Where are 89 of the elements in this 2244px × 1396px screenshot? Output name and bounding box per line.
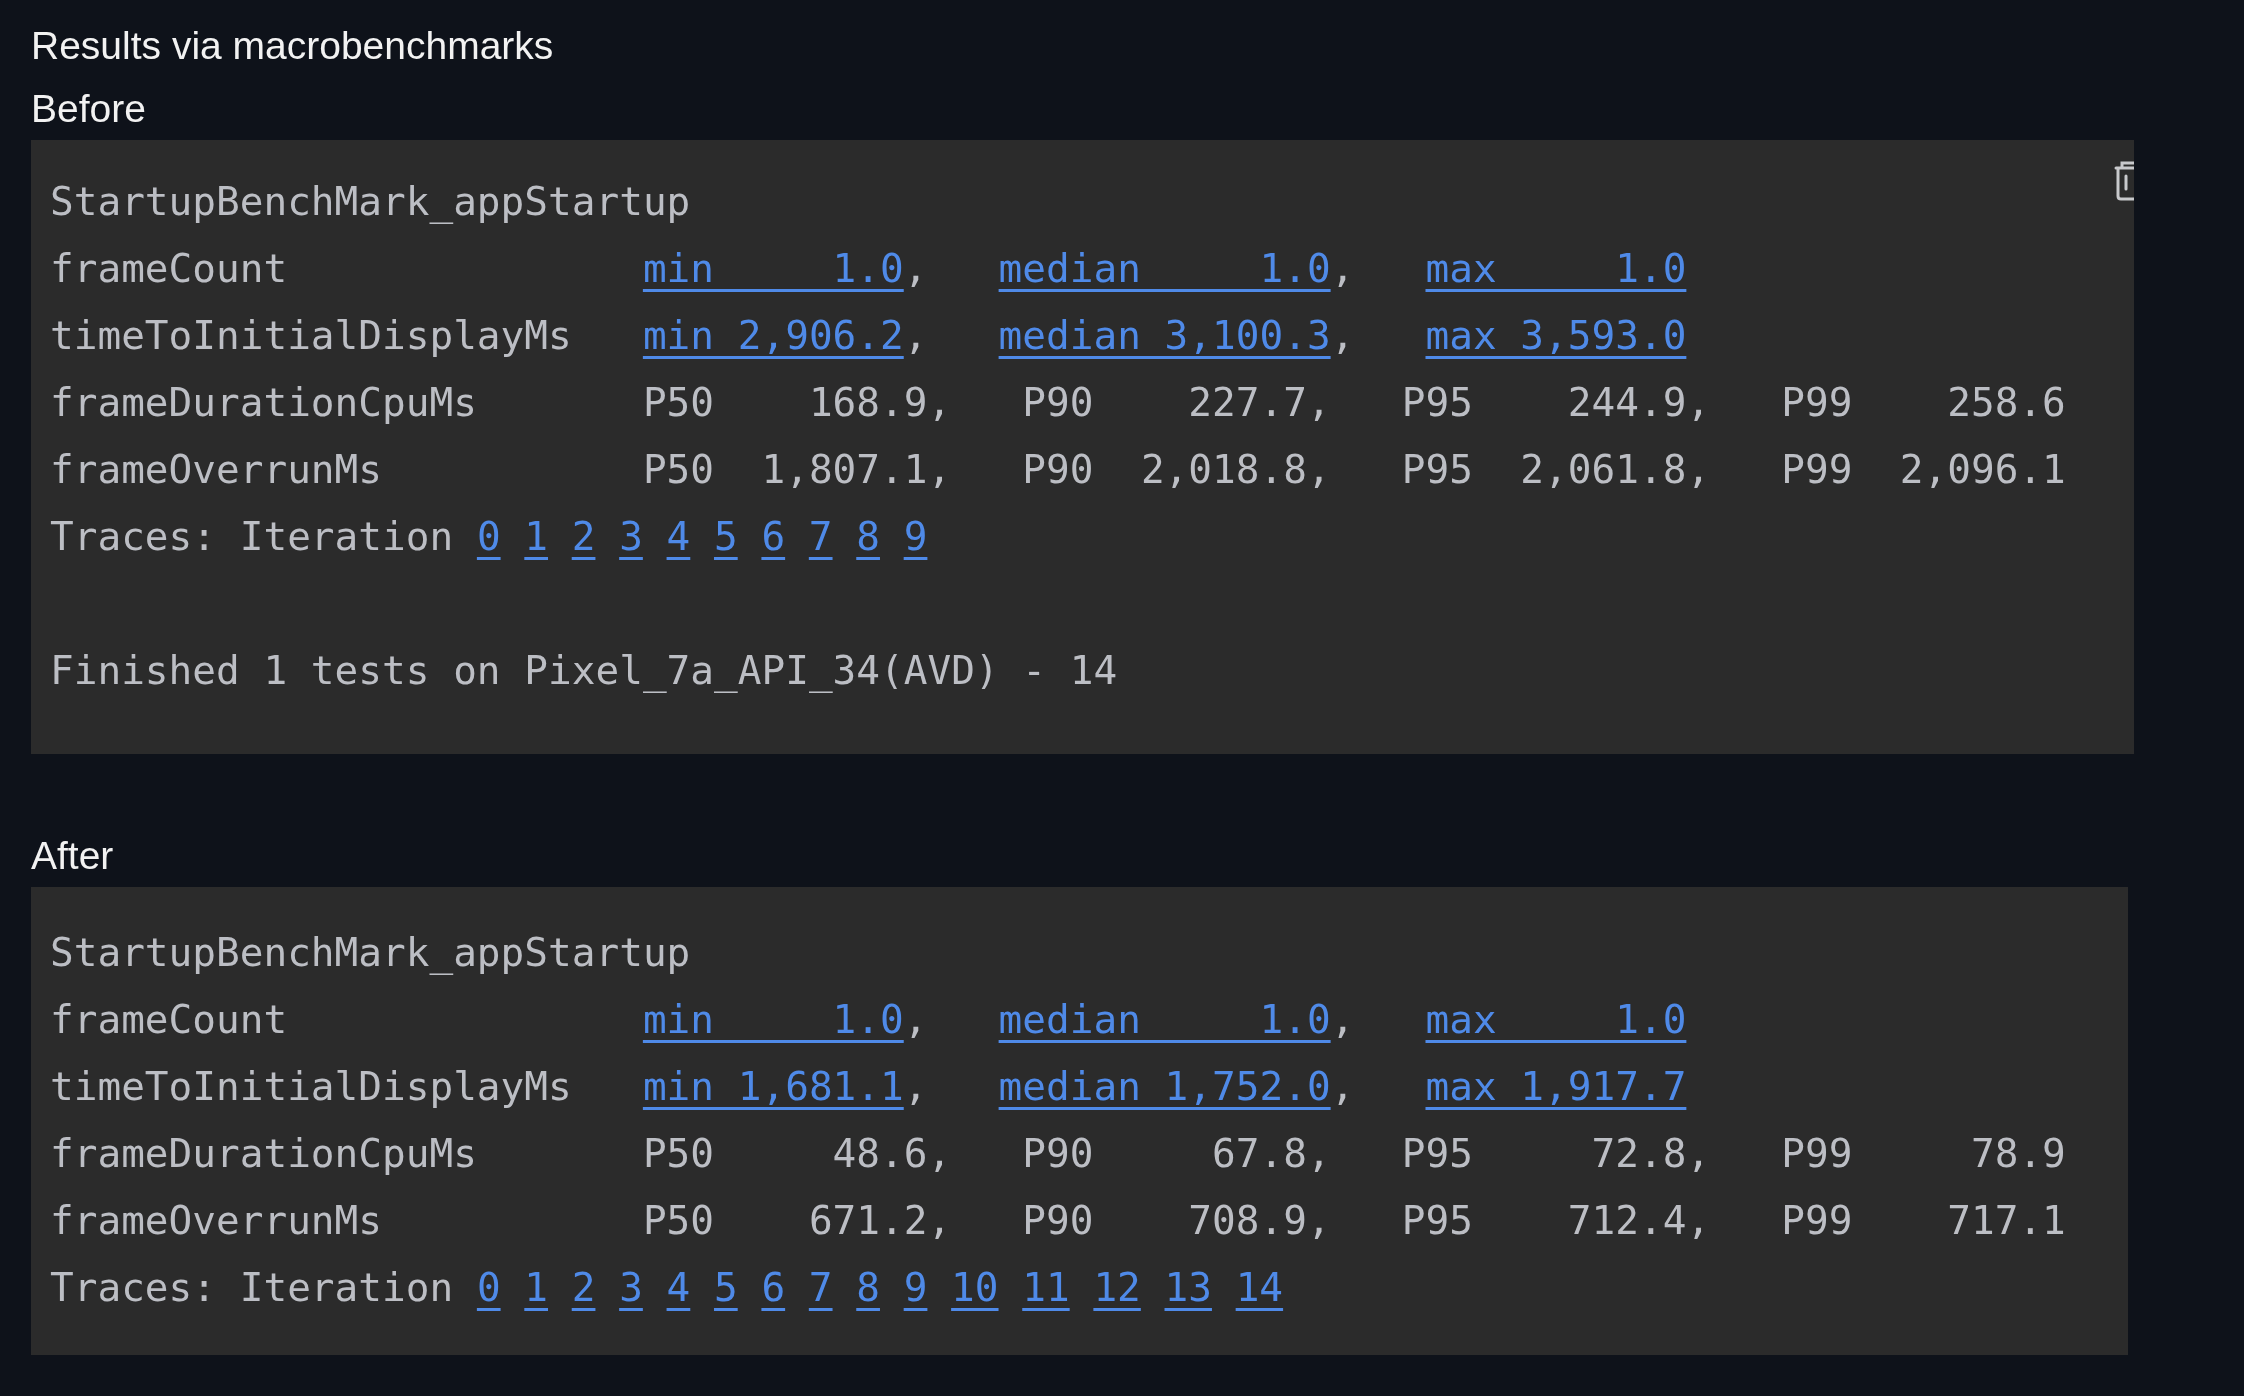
- separator: ,: [903, 311, 928, 360]
- metric-link[interactable]: max 1.0: [1425, 235, 1687, 302]
- separator: ,: [903, 995, 928, 1044]
- iteration-link[interactable]: 12: [1093, 1254, 1141, 1321]
- metric-value: P90 708.9: [1022, 1196, 1307, 1245]
- page-title: Results via macrobenchmarks: [31, 23, 554, 69]
- metric-value: P95 244.9: [1401, 378, 1687, 427]
- iteration-link[interactable]: 14: [1235, 1254, 1284, 1321]
- separator: ,: [1686, 378, 1711, 427]
- metric-value: P50 671.2: [642, 1196, 928, 1245]
- separator: ,: [1686, 1129, 1711, 1178]
- metric-name: frameDurationCpuMs: [50, 1129, 478, 1178]
- iteration-link[interactable]: 6: [761, 1254, 786, 1321]
- metric-value: P99 2,096.1: [1781, 445, 2066, 494]
- separator: ,: [1330, 244, 1355, 293]
- separator: ,: [903, 244, 928, 293]
- summary-text: Finished 1 tests on Pixel_7a_API_34(AVD) - 14: [50, 646, 1118, 695]
- section-heading: Before: [31, 86, 146, 132]
- benchmark-name: StartupBenchMark_appStartup: [50, 928, 691, 977]
- metric-value: P95 72.8: [1401, 1129, 1687, 1178]
- separator: ,: [1306, 445, 1331, 494]
- metric-name: frameOverrunMs: [50, 1196, 383, 1245]
- metric-name: frameOverrunMs: [50, 445, 383, 494]
- metric-value: P90 2,018.8: [1022, 445, 1307, 494]
- iteration-link[interactable]: 7: [808, 503, 833, 570]
- metric-link[interactable]: median 1.0: [998, 986, 1331, 1053]
- separator: ,: [1306, 1196, 1331, 1245]
- metric-link[interactable]: max 3,593.0: [1425, 302, 1687, 369]
- iteration-link[interactable]: 13: [1164, 1254, 1212, 1321]
- metric-link[interactable]: max 1.0: [1425, 986, 1687, 1053]
- metric-value: P90 67.8: [1022, 1129, 1307, 1178]
- iteration-link[interactable]: 2: [571, 1254, 596, 1321]
- iteration-link[interactable]: 2: [571, 503, 596, 570]
- iteration-link[interactable]: 1: [524, 503, 548, 570]
- separator: ,: [1306, 378, 1331, 427]
- metric-name: frameCount: [50, 244, 289, 293]
- separator: ,: [1330, 311, 1355, 360]
- iteration-link[interactable]: 4: [666, 1254, 691, 1321]
- iteration-link[interactable]: 8: [856, 1254, 880, 1321]
- iteration-link[interactable]: 0: [476, 1254, 501, 1321]
- metric-link[interactable]: min 1.0: [642, 235, 904, 302]
- iteration-link[interactable]: 9: [903, 503, 928, 570]
- separator: ,: [927, 445, 952, 494]
- metric-value: P90 227.7: [1022, 378, 1307, 427]
- separator: ,: [927, 1129, 952, 1178]
- iteration-link[interactable]: 7: [808, 1254, 833, 1321]
- separator: ,: [927, 1196, 952, 1245]
- separator: ,: [927, 378, 952, 427]
- section-heading: After: [31, 833, 114, 879]
- iteration-link[interactable]: 3: [619, 503, 643, 570]
- iteration-link[interactable]: 0: [476, 503, 501, 570]
- separator: ,: [903, 1062, 928, 1111]
- iteration-link[interactable]: 11: [1022, 1254, 1070, 1321]
- metric-value: P95 2,061.8: [1401, 445, 1687, 494]
- iteration-link[interactable]: 6: [761, 503, 786, 570]
- metric-name: timeToInitialDisplayMs: [50, 311, 573, 360]
- separator: ,: [1686, 445, 1711, 494]
- iteration-link[interactable]: 5: [714, 503, 738, 570]
- metric-name: frameCount: [50, 995, 289, 1044]
- metric-value: P99 78.9: [1781, 1129, 2066, 1178]
- metric-name: frameDurationCpuMs: [50, 378, 478, 427]
- separator: ,: [1686, 1196, 1711, 1245]
- iteration-link[interactable]: 10: [951, 1254, 999, 1321]
- metric-link[interactable]: min 1.0: [642, 986, 904, 1053]
- traces-label: Traces: Iteration: [50, 1263, 454, 1312]
- metric-value: P99 717.1: [1781, 1196, 2066, 1245]
- metric-value: P50 1,807.1: [642, 445, 928, 494]
- metric-link[interactable]: median 3,100.3: [998, 302, 1331, 369]
- metric-link[interactable]: median 1,752.0: [998, 1053, 1331, 1120]
- metric-link[interactable]: max 1,917.7: [1425, 1053, 1687, 1120]
- metric-value: P95 712.4: [1401, 1196, 1687, 1245]
- separator: ,: [1330, 1062, 1355, 1111]
- iteration-link[interactable]: 8: [856, 503, 880, 570]
- metric-value: P50 48.6: [642, 1129, 928, 1178]
- metric-link[interactable]: min 1,681.1: [642, 1053, 904, 1120]
- metric-link[interactable]: min 2,906.2: [642, 302, 904, 369]
- iteration-link[interactable]: 5: [714, 1254, 738, 1321]
- metric-link[interactable]: median 1.0: [998, 235, 1331, 302]
- metric-value: P50 168.9: [642, 378, 928, 427]
- iteration-link[interactable]: 9: [903, 1254, 928, 1321]
- benchmark-name: StartupBenchMark_appStartup: [50, 177, 691, 226]
- metric-value: P99 258.6: [1781, 378, 2066, 427]
- separator: ,: [1330, 995, 1355, 1044]
- iteration-link[interactable]: 3: [619, 1254, 643, 1321]
- traces-label: Traces: Iteration: [50, 512, 454, 561]
- iteration-link[interactable]: 1: [524, 1254, 548, 1321]
- metric-name: timeToInitialDisplayMs: [50, 1062, 573, 1111]
- separator: ,: [1306, 1129, 1331, 1178]
- iteration-link[interactable]: 4: [666, 503, 691, 570]
